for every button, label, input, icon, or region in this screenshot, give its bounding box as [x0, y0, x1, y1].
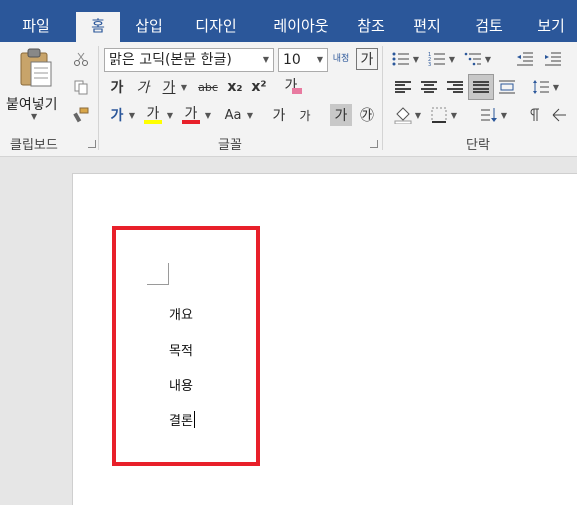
ribbon-tab-bar: 파일 홈 삽입 디자인 레이아웃 참조 편지 검토 보기 [0, 0, 577, 42]
italic-label: 가 [136, 80, 150, 96]
subscript-button[interactable]: x₂ [224, 76, 246, 98]
clipboard-icon [20, 48, 52, 87]
highlight-button[interactable]: 가 [142, 102, 164, 124]
highlight-color-bar [144, 120, 162, 124]
font-size-value: 10 [283, 52, 301, 68]
font-size-combo[interactable]: 10 ▼ [278, 48, 328, 72]
paste-button[interactable]: 붙여넣기 ▼ [4, 46, 66, 121]
tab-file[interactable]: 파일 [8, 12, 64, 42]
format-painter-icon[interactable] [70, 104, 92, 126]
strikethrough-button[interactable]: abc [194, 76, 222, 98]
numbering-icon[interactable]: 123 [426, 48, 448, 70]
shrink-font-button[interactable]: 가 [294, 104, 316, 126]
align-left-icon[interactable] [392, 76, 414, 98]
bullets-dropdown-icon[interactable]: ▼ [412, 48, 420, 70]
tab-insert[interactable]: 삽입 [126, 12, 172, 42]
bold-button[interactable]: 가 [106, 76, 128, 98]
bold-label: 가 [110, 80, 124, 96]
highlight-dropdown-icon[interactable]: ▼ [166, 104, 174, 126]
show-marks-icon[interactable] [522, 104, 544, 126]
character-shading-label: 가 [334, 108, 348, 124]
borders-icon[interactable] [428, 104, 450, 126]
asian-layout-icon[interactable] [548, 104, 570, 126]
font-color-bar [182, 120, 200, 124]
clipboard-launcher-icon[interactable] [88, 140, 96, 148]
multilevel-list-dropdown-icon[interactable]: ▼ [484, 48, 492, 70]
shrink-font-label: 가 [299, 108, 311, 123]
group-divider [382, 46, 383, 150]
align-center-icon[interactable] [418, 76, 440, 98]
eraser-icon [292, 88, 302, 94]
paragraph-shading-dropdown-icon[interactable]: ▼ [414, 104, 422, 126]
font-color-button[interactable]: 가 [180, 102, 202, 124]
subscript-label: x₂ [227, 79, 243, 95]
decrease-indent-icon[interactable] [514, 48, 536, 70]
cut-icon[interactable] [70, 48, 92, 70]
ribbon: 붙여넣기 ▼ 클립보드 맑은 고딕(본문 한글) ▼ 10 ▼ 내정 가 가 가… [0, 42, 577, 157]
align-right-icon[interactable] [444, 76, 466, 98]
increase-indent-icon[interactable] [542, 48, 564, 70]
clipboard-group-label: 클립보드 [10, 138, 58, 153]
character-shading-button[interactable]: 가 [330, 104, 352, 126]
grow-font-label: 가 [272, 108, 286, 124]
enclose-characters-button[interactable]: ㉮ [356, 104, 378, 126]
tab-review[interactable]: 검토 [466, 12, 512, 42]
tab-mailings[interactable]: 편지 [404, 12, 450, 42]
justify-icon[interactable] [468, 74, 494, 100]
enclose-characters-label: ㉮ [360, 108, 374, 124]
group-divider [98, 46, 99, 150]
borders-dropdown-icon[interactable]: ▼ [450, 104, 458, 126]
line-spacing-dropdown-icon[interactable]: ▼ [552, 76, 560, 98]
sort-dropdown-icon[interactable]: ▼ [500, 104, 508, 126]
document-page[interactable]: 개요 목적 내용 결론 [72, 173, 577, 505]
tab-references[interactable]: 참조 [348, 12, 394, 42]
tab-design[interactable]: 디자인 [184, 12, 248, 42]
document-area: 개요 목적 내용 결론 [0, 158, 577, 505]
superscript-label: x² [251, 79, 267, 95]
underline-label: 가 [162, 80, 176, 96]
change-case-label: Aa [224, 107, 242, 123]
numbering-dropdown-icon[interactable]: ▼ [448, 48, 456, 70]
change-case-button[interactable]: Aa [220, 104, 246, 126]
strikethrough-label: abc [198, 80, 218, 94]
phonetic-guide-button[interactable]: 내정 [330, 48, 352, 70]
grow-font-button[interactable]: 가 [268, 104, 290, 126]
svg-text:3: 3 [428, 62, 431, 67]
font-color-dropdown-icon[interactable]: ▼ [204, 104, 212, 126]
tab-view[interactable]: 보기 [528, 12, 574, 42]
font-launcher-icon[interactable] [370, 140, 378, 148]
bullets-icon[interactable] [390, 48, 412, 70]
change-case-dropdown-icon[interactable]: ▼ [246, 104, 254, 126]
underline-button[interactable]: 가 [158, 76, 180, 98]
superscript-button[interactable]: x² [248, 76, 270, 98]
font-size-dropdown-icon[interactable]: ▼ [313, 49, 327, 71]
paragraph-group-label: 단락 [466, 138, 490, 153]
multilevel-list-icon[interactable] [462, 48, 484, 70]
font-name-combo[interactable]: 맑은 고딕(본문 한글) ▼ [104, 48, 274, 72]
character-border-button[interactable]: 가 [356, 48, 378, 70]
text-effects-label: 가 [110, 108, 124, 124]
font-group-label: 글꼴 [218, 138, 242, 153]
copy-icon[interactable] [70, 76, 92, 98]
phonetic-guide-label: 내정 [332, 53, 350, 64]
italic-button[interactable]: 가 [132, 76, 154, 98]
paste-label: 붙여넣기 [6, 97, 58, 113]
distributed-icon[interactable] [496, 76, 518, 98]
text-effects-dropdown-icon[interactable]: ▼ [128, 104, 136, 126]
character-border-label: 가 [360, 52, 374, 68]
text-effects-button[interactable]: 가 [106, 104, 128, 126]
annotation-highlight-box [112, 226, 260, 466]
tab-layout[interactable]: 레이아웃 [260, 12, 342, 42]
sort-icon[interactable] [478, 104, 500, 126]
font-name-dropdown-icon[interactable]: ▼ [259, 49, 273, 71]
paste-dropdown-icon[interactable]: ▼ [31, 112, 37, 121]
underline-dropdown-icon[interactable]: ▼ [180, 76, 188, 98]
clear-formatting-button[interactable]: 가 [280, 74, 302, 96]
tab-home[interactable]: 홈 [76, 12, 120, 42]
font-name-value: 맑은 고딕(본문 한글) [109, 52, 232, 68]
paragraph-shading-icon[interactable] [392, 104, 414, 126]
line-spacing-icon[interactable] [530, 76, 552, 98]
